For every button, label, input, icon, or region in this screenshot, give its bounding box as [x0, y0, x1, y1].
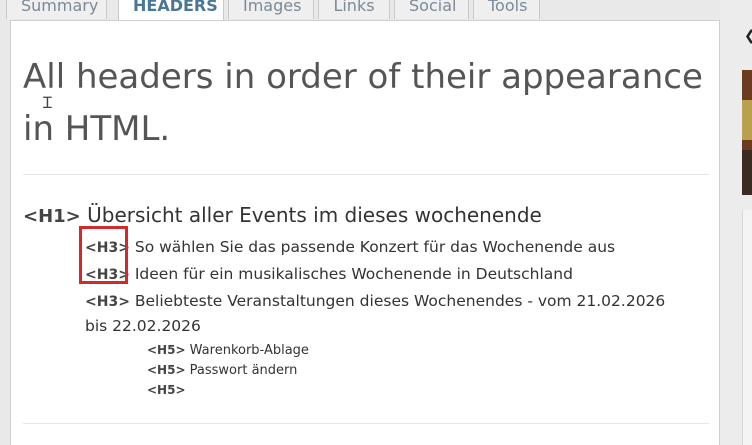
page-title: All headers in order of their appearance… — [23, 57, 703, 149]
background-image — [742, 100, 752, 140]
tab-summary[interactable]: Summary — [6, 0, 107, 19]
header-tag: <H1> — [23, 206, 81, 227]
background-panel — [742, 210, 752, 445]
header-h3: <H3> So wählen Sie das passende Konzert … — [85, 235, 615, 260]
header-text: Ideen für ein musikalisches Wochenende i… — [134, 265, 573, 283]
background-image — [742, 150, 752, 195]
tab-images[interactable]: Images — [228, 0, 314, 19]
background-window-edge: ❮ — [720, 0, 752, 445]
chevron-left-icon[interactable]: ❮ — [744, 28, 752, 44]
tab-bar: Summary HEADERS Images Links Social Tool… — [0, 0, 720, 21]
text-cursor-icon: Ɪ — [43, 93, 52, 112]
header-h3: <H3> Ideen für ein musikalisches Wochene… — [85, 262, 573, 287]
header-text: Warenkorb-Ablage — [189, 343, 309, 358]
header-h5: <H5> Warenkorb-Ablage — [147, 340, 309, 361]
header-text: Beliebteste Veranstaltungen dieses Woche… — [85, 292, 666, 335]
header-tag: <H3> — [85, 294, 130, 310]
extension-popup: Summary HEADERS Images Links Social Tool… — [0, 0, 752, 445]
header-text: Übersicht aller Events im dieses wochene… — [87, 203, 542, 227]
tab-tools[interactable]: Tools — [473, 0, 540, 19]
header-tag: <H5> — [147, 343, 186, 357]
header-h3: <H3> Beliebteste Veranstaltungen dieses … — [85, 289, 685, 338]
divider — [23, 174, 709, 175]
header-tag: <H5> — [147, 383, 186, 397]
header-h5: <H5> Passwort ändern — [147, 360, 297, 381]
header-text: So wählen Sie das passende Konzert für d… — [134, 238, 616, 256]
header-tag: <H5> — [147, 363, 186, 377]
divider — [23, 423, 709, 424]
header-text: Passwort ändern — [189, 363, 298, 378]
tab-social[interactable]: Social — [394, 0, 469, 19]
highlight-box — [79, 226, 128, 284]
header-h5: <H5> — [147, 380, 186, 401]
tab-headers[interactable]: HEADERS — [118, 0, 224, 21]
tab-links[interactable]: Links — [318, 0, 390, 19]
